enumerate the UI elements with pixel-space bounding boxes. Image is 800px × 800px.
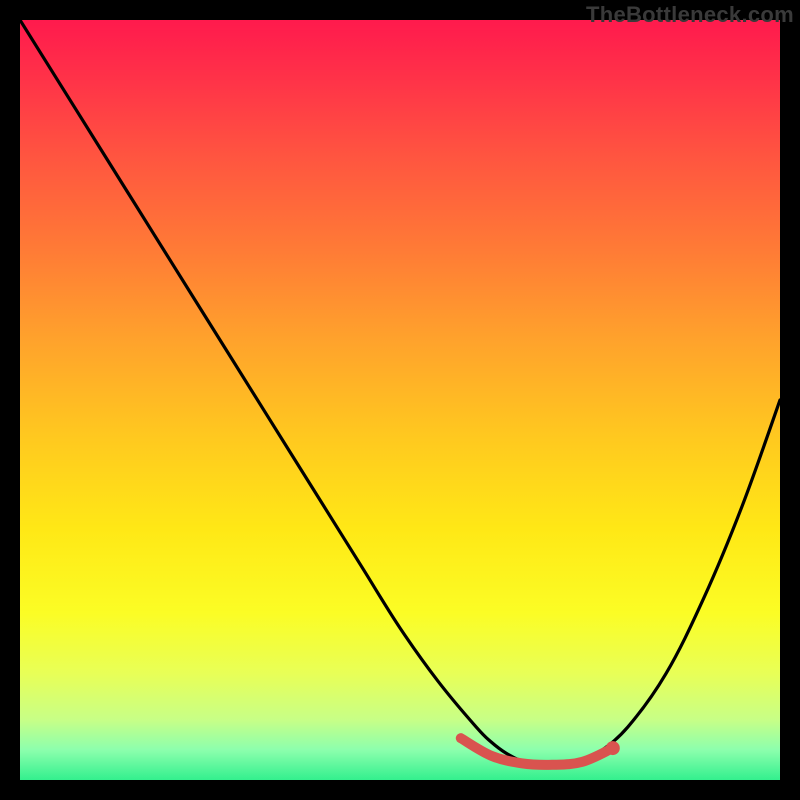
- highlight-path: [461, 738, 613, 765]
- optimum-highlight: [20, 20, 780, 780]
- highlight-endpoint-dot: [606, 741, 620, 755]
- plot-area: [20, 20, 780, 780]
- watermark-text: TheBottleneck.com: [586, 2, 794, 28]
- chart-frame: TheBottleneck.com: [0, 0, 800, 800]
